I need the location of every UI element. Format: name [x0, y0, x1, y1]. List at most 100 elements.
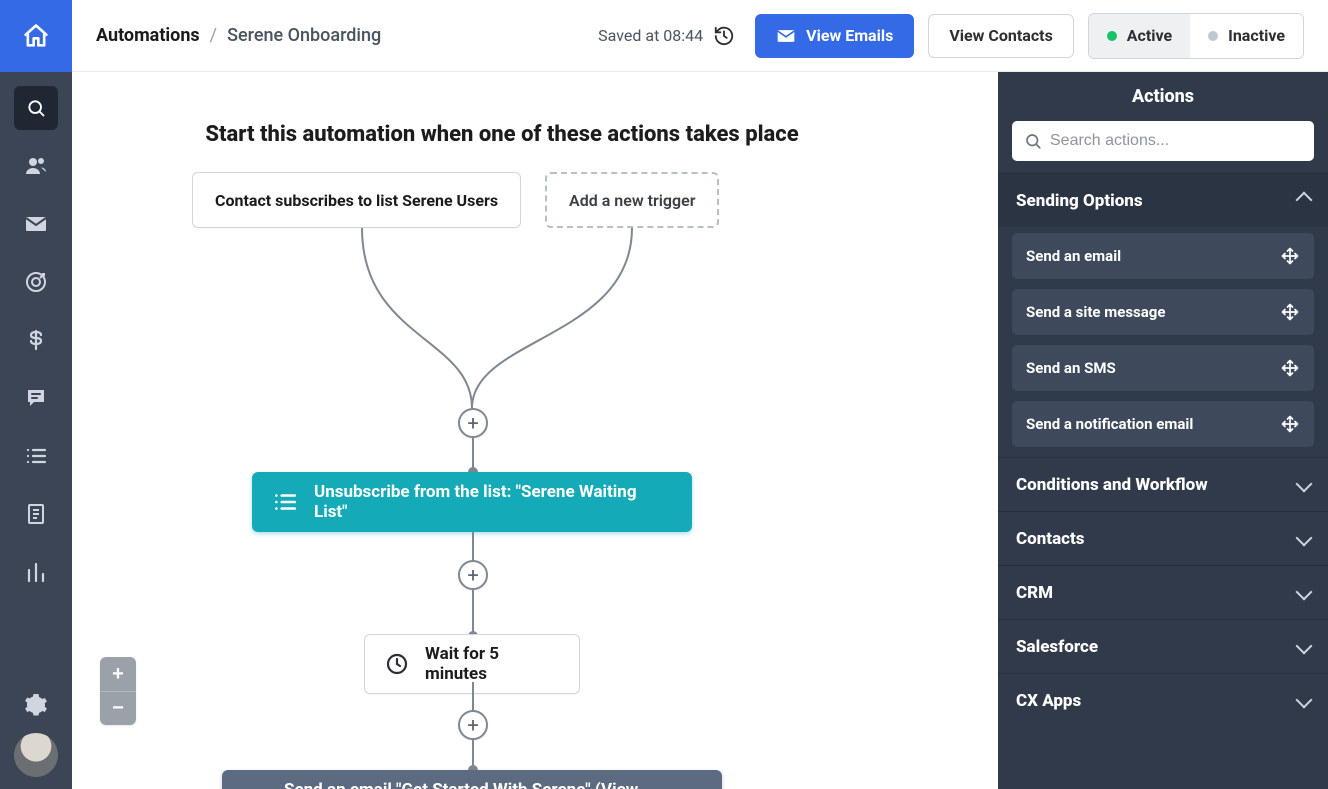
section-label: Contacts — [1016, 529, 1085, 549]
view-contacts-button[interactable]: View Contacts — [928, 14, 1073, 58]
sidebar-settings[interactable] — [14, 683, 58, 727]
connector-line — [472, 682, 474, 712]
action-label: Send an email — [1026, 247, 1121, 265]
target-icon — [24, 270, 48, 294]
status-inactive-label: Inactive — [1228, 26, 1285, 45]
sidebar-deals[interactable] — [14, 318, 58, 362]
sidebar-search[interactable] — [14, 86, 58, 130]
envelope-icon — [24, 212, 48, 236]
node-unsubscribe-label: Unsubscribe from the list: "Serene Waiti… — [314, 482, 672, 522]
add-step-button-2[interactable]: + — [458, 560, 488, 590]
actions-search-input[interactable] — [1050, 132, 1302, 150]
contacts-icon — [24, 154, 48, 178]
actions-panel-title: Actions — [998, 72, 1328, 117]
action-label: Send a notification email — [1026, 415, 1193, 433]
home-icon — [22, 22, 50, 50]
sidebar-lists[interactable] — [14, 434, 58, 478]
trigger-existing[interactable]: Contact subscribes to list Serene Users — [192, 172, 521, 228]
canvas-title: Start this automation when one of these … — [192, 122, 812, 147]
node-send-email-label: Send an email "Get Started With Serene" … — [284, 780, 702, 789]
search-icon — [1024, 132, 1042, 150]
view-emails-button[interactable]: View Emails — [755, 14, 914, 58]
chat-icon — [24, 386, 48, 410]
sidebar-automations[interactable] — [14, 260, 58, 304]
automation-canvas[interactable]: Start this automation when one of these … — [72, 72, 998, 789]
sidebar-reports[interactable] — [14, 550, 58, 594]
breadcrumb-separator: / — [210, 25, 217, 46]
sidebar-contacts[interactable] — [14, 144, 58, 188]
status-active[interactable]: Active — [1089, 14, 1190, 58]
action-label: Send an SMS — [1026, 359, 1116, 377]
connector-lines — [192, 228, 792, 418]
add-step-button-3[interactable]: + — [458, 710, 488, 740]
section-label: CX Apps — [1016, 691, 1081, 711]
chevron-up-icon — [1298, 190, 1310, 211]
move-icon — [1280, 358, 1300, 378]
breadcrumb-root[interactable]: Automations — [96, 25, 200, 46]
section-contacts[interactable]: Contacts — [998, 511, 1328, 565]
trigger-row: Contact subscribes to list Serene Users … — [192, 172, 719, 228]
action-send-notification-email[interactable]: Send a notification email — [1012, 401, 1314, 447]
chevron-down-icon — [1298, 637, 1310, 657]
view-contacts-label: View Contacts — [949, 26, 1052, 45]
chevron-down-icon — [1298, 529, 1310, 549]
action-send-email[interactable]: Send an email — [1012, 233, 1314, 279]
clock-icon — [385, 652, 409, 676]
section-label: CRM — [1016, 583, 1053, 603]
sidebar-conversations[interactable] — [14, 376, 58, 420]
top-bar: Automations / Serene Onboarding Saved at… — [72, 0, 1328, 72]
zoom-in-button[interactable]: + — [100, 657, 136, 691]
trigger-add-new[interactable]: Add a new trigger — [545, 172, 719, 228]
section-sending-options[interactable]: Sending Options — [998, 173, 1328, 227]
actions-panel: Actions Sending Options Send an email Se… — [998, 72, 1328, 789]
inactive-dot-icon — [1208, 31, 1218, 41]
add-step-button-1[interactable]: + — [458, 408, 488, 438]
list-icon — [24, 444, 48, 468]
action-label: Send a site message — [1026, 303, 1165, 321]
section-crm[interactable]: CRM — [998, 565, 1328, 619]
section-salesforce[interactable]: Salesforce — [998, 619, 1328, 673]
sidebar-forms[interactable] — [14, 492, 58, 536]
zoom-controls: + − — [100, 657, 136, 725]
chevron-down-icon — [1298, 691, 1310, 711]
sidebar-campaigns[interactable] — [14, 202, 58, 246]
connector-line — [472, 532, 474, 562]
breadcrumb: Automations / Serene Onboarding — [96, 25, 381, 46]
zoom-out-button[interactable]: − — [100, 691, 136, 725]
status-toggle: Active Inactive — [1088, 13, 1304, 59]
status-inactive[interactable]: Inactive — [1190, 14, 1303, 58]
bar-chart-icon — [24, 560, 48, 584]
move-icon — [1280, 414, 1300, 434]
status-active-label: Active — [1127, 26, 1172, 45]
section-label: Salesforce — [1016, 637, 1098, 657]
user-avatar[interactable] — [14, 733, 58, 777]
chevron-down-icon — [1298, 583, 1310, 603]
action-send-site-message[interactable]: Send a site message — [1012, 289, 1314, 335]
actions-search[interactable] — [1012, 121, 1314, 161]
section-sending-options-label: Sending Options — [1016, 191, 1143, 211]
move-icon — [1280, 246, 1300, 266]
node-send-email[interactable]: Send an email "Get Started With Serene" … — [222, 770, 722, 789]
node-wait-label: Wait for 5 minutes — [425, 644, 559, 684]
action-send-sms[interactable]: Send an SMS — [1012, 345, 1314, 391]
list-icon — [272, 489, 298, 515]
chevron-down-icon — [1298, 475, 1310, 495]
search-icon — [26, 98, 46, 118]
history-icon[interactable] — [713, 25, 735, 47]
node-unsubscribe[interactable]: Unsubscribe from the list: "Serene Waiti… — [252, 472, 692, 532]
view-emails-label: View Emails — [806, 26, 893, 45]
saved-indicator: Saved at 08:44 — [598, 25, 735, 47]
gear-icon — [24, 693, 48, 717]
document-icon — [24, 502, 48, 526]
section-cx-apps[interactable]: CX Apps — [998, 673, 1328, 727]
section-label: Conditions and Workflow — [1016, 475, 1208, 495]
breadcrumb-page: Serene Onboarding — [227, 25, 381, 46]
envelope-icon — [776, 26, 796, 46]
dollar-icon — [24, 328, 48, 352]
sending-options-items: Send an email Send a site message Send a… — [998, 227, 1328, 457]
home-button[interactable] — [0, 0, 72, 72]
move-icon — [1280, 302, 1300, 322]
saved-text: Saved at 08:44 — [598, 26, 703, 45]
left-sidebar — [0, 0, 72, 789]
section-conditions-workflow[interactable]: Conditions and Workflow — [998, 457, 1328, 511]
